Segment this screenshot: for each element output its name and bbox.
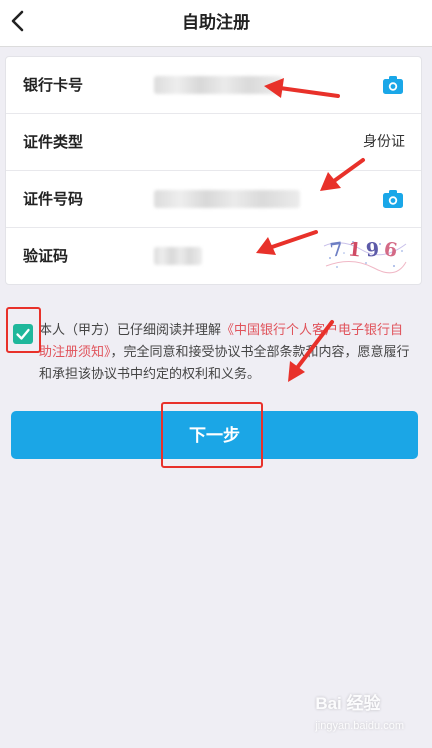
captcha-image[interactable]: 7 1 9 6 <box>322 236 408 274</box>
captcha-char: 1 <box>346 238 363 262</box>
captcha-char: 7 <box>328 238 345 262</box>
card-number-field[interactable] <box>154 76 282 94</box>
form-row-id-number: 证件号码 <box>6 171 421 228</box>
id-number-field[interactable] <box>154 190 300 208</box>
agreement-text: 本人（甲方）已仔细阅读并理解《中国银行个人客户电子银行自助注册须知》，完全同意和… <box>39 320 414 386</box>
watermark-text: Bai 经验 <box>315 694 381 713</box>
camera-icon[interactable] <box>382 75 404 95</box>
agreement-text-before: 本人（甲方）已仔细阅读并理解 <box>39 323 222 338</box>
form-row-card-number: 银行卡号 <box>6 57 421 114</box>
id-type-label: 证件类型 <box>23 133 84 151</box>
form-row-captcha: 验证码 7 1 9 6 <box>6 228 421 284</box>
captcha-char: 9 <box>365 238 380 262</box>
header-bar: 自助注册 <box>0 0 432 47</box>
agree-checkbox[interactable] <box>13 324 33 344</box>
next-step-button[interactable]: 下一步 <box>11 411 418 459</box>
page-title: 自助注册 <box>182 13 250 33</box>
watermark-subtext: jingyan.baidu.com <box>315 720 404 732</box>
captcha-field[interactable] <box>154 247 202 265</box>
registration-form: 银行卡号 证件类型 身份证 证件号码 验证码 7 1 9 6 <box>5 56 422 285</box>
camera-icon[interactable] <box>382 189 404 209</box>
id-number-label: 证件号码 <box>23 190 84 208</box>
id-type-value[interactable]: 身份证 <box>363 114 405 170</box>
card-number-label: 银行卡号 <box>23 76 84 94</box>
checkmark-icon <box>16 328 30 340</box>
captcha-label: 验证码 <box>23 247 69 265</box>
form-row-id-type[interactable]: 证件类型 身份证 <box>6 114 421 171</box>
baidu-watermark: Bai 经验 jingyan.baidu.com <box>315 689 404 734</box>
